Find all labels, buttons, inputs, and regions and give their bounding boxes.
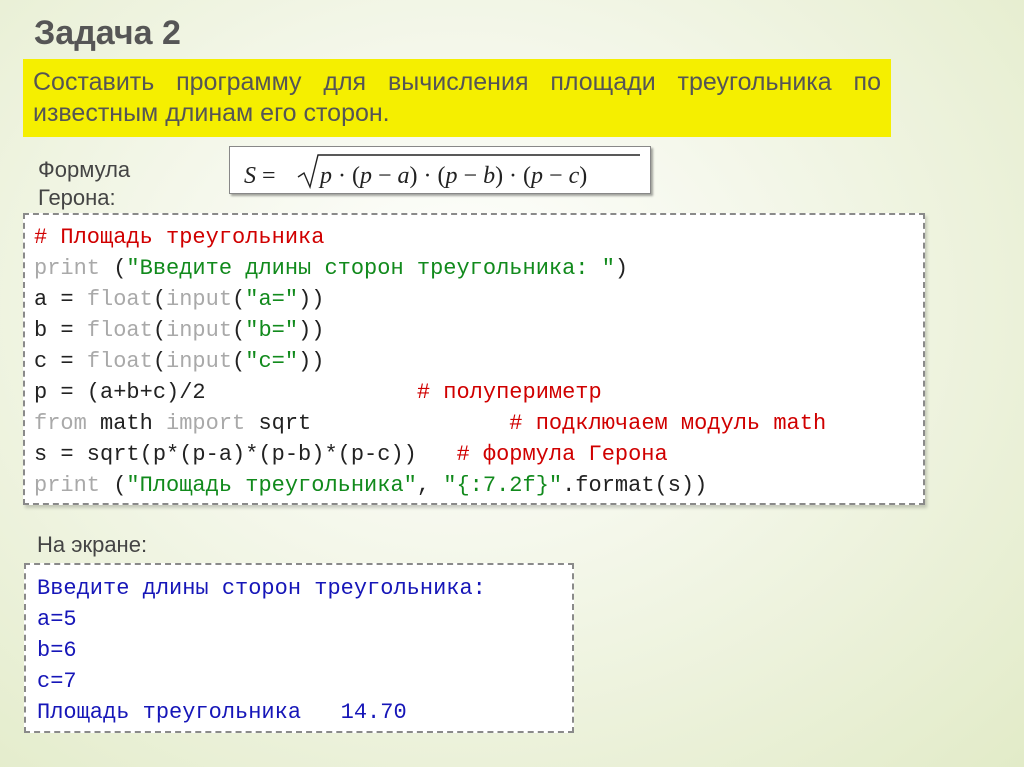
- code-token: # формула Герона: [456, 442, 668, 467]
- code-token: print: [34, 256, 101, 281]
- code-token: p = (a+b+c)/2: [34, 380, 417, 405]
- formula-expression: p · (p − a) · (p − b) · (p − c): [318, 163, 587, 189]
- code-token: # полупериметр: [416, 380, 602, 405]
- code-token: (: [152, 318, 167, 343]
- code-token: from: [34, 411, 87, 436]
- output-line: b=6: [37, 638, 77, 663]
- code-token: # Площадь треугольника: [34, 225, 325, 250]
- svg-text:S =: S =: [244, 163, 276, 189]
- code-line: # Площадь треугольника: [34, 222, 923, 253]
- code-line: from math import sqrt # подключаем модул…: [34, 408, 923, 439]
- code-token: "Площадь треугольника": [126, 473, 417, 498]
- code-token: (: [232, 287, 246, 312]
- code-token: sqrt: [245, 411, 510, 436]
- code-token: ,: [416, 473, 444, 498]
- program-output: Введите длины сторон треугольника: a=5 b=6…: [24, 563, 574, 733]
- output-label: На экране:: [37, 532, 148, 557]
- heron-formula-graphic: S = p · (p − a) · (p − b) · (p − c): [244, 154, 640, 190]
- code-token: print: [34, 473, 101, 498]
- code-token: a =: [34, 287, 87, 312]
- code-token: )): [298, 318, 325, 343]
- code-token: s = sqrt(p*(p-a)*(p-b)*(p-c)): [34, 442, 457, 467]
- code-token: .format(s)): [562, 473, 708, 498]
- output-line: Введите длины сторон треугольника:: [37, 576, 486, 601]
- heron-formula: S = p · (p − a) · (p − b) · (p − c): [229, 146, 651, 194]
- code-token: # подключаем модуль math: [509, 411, 827, 436]
- code-token: "{:7.2f}": [443, 473, 563, 498]
- code-token: float: [86, 349, 153, 374]
- code-token: float: [86, 287, 153, 312]
- code-token: )): [298, 287, 325, 312]
- output-line: a=5: [37, 607, 77, 632]
- code-token: input: [166, 318, 233, 343]
- code-token: import: [166, 411, 246, 436]
- code-line: s = sqrt(p*(p-a)*(p-b)*(p-c)) # формула …: [34, 439, 923, 470]
- code-token: (: [152, 349, 167, 374]
- code-token: (: [100, 473, 127, 498]
- code-line: c = float(input("c=")): [34, 346, 923, 377]
- output-line: Площадь треугольника 14.70: [37, 700, 407, 725]
- slide-title: Задача 2: [34, 14, 181, 52]
- code-line: print ("Площадь треугольника", "{:7.2f}"…: [34, 470, 923, 501]
- code-token: (: [232, 349, 246, 374]
- code-token: ): [614, 256, 629, 281]
- code-token: math: [86, 411, 167, 436]
- code-token: input: [166, 349, 233, 374]
- code-token: b =: [34, 318, 87, 343]
- code-token: "b=": [245, 318, 299, 343]
- code-token: "c=": [245, 349, 299, 374]
- code-token: (: [152, 287, 167, 312]
- code-token: (: [232, 318, 246, 343]
- code-line: b = float(input("b=")): [34, 315, 923, 346]
- code-line: a = float(input("a=")): [34, 284, 923, 315]
- formula-label: Формула Герона:: [38, 157, 131, 210]
- code-line: print ("Введите длины сторон треугольник…: [34, 253, 923, 284]
- code-token: "a=": [245, 287, 299, 312]
- output-line: c=7: [37, 669, 77, 694]
- code-line: p = (a+b+c)/2 # полупериметр: [34, 377, 923, 408]
- code-listing: # Площадь треугольника print ("Введите дл…: [23, 213, 925, 505]
- code-token: float: [86, 318, 153, 343]
- code-token: (: [100, 256, 127, 281]
- task-statement: Составить программу для вычисления площа…: [23, 59, 891, 137]
- code-token: input: [166, 287, 233, 312]
- code-token: c =: [34, 349, 87, 374]
- code-token: )): [298, 349, 325, 374]
- code-token: "Введите длины сторон треугольника: ": [126, 256, 615, 281]
